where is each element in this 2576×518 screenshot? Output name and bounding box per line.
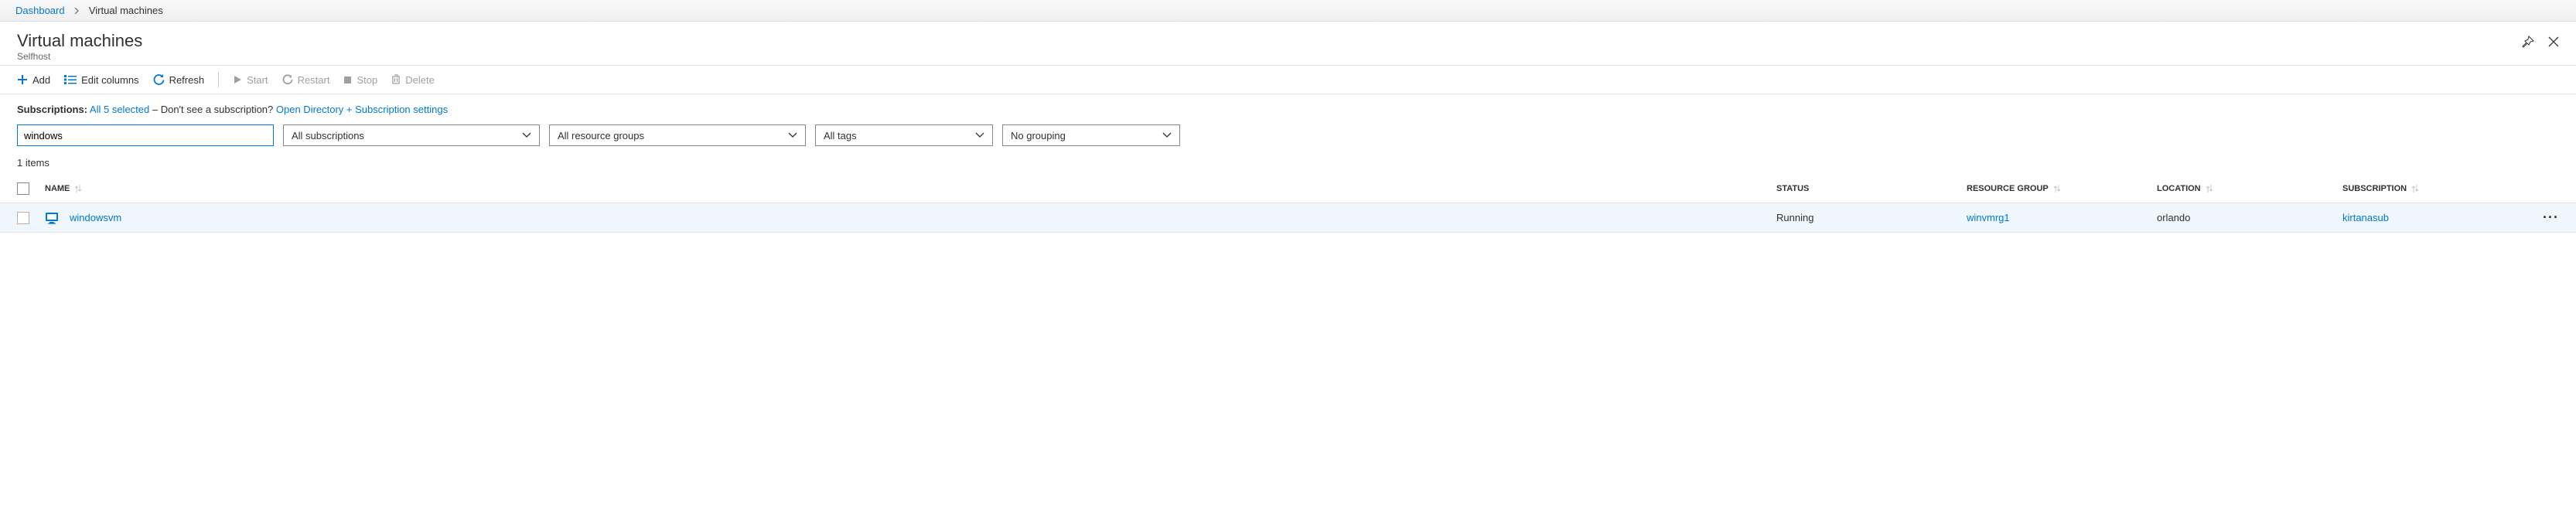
row-checkbox[interactable] [17, 212, 29, 224]
restart-button[interactable]: Restart [282, 74, 330, 86]
restart-icon [282, 74, 293, 85]
filter-tags-select[interactable]: All tags [815, 124, 993, 146]
breadcrumb-separator [73, 5, 83, 16]
close-icon[interactable] [2548, 36, 2559, 47]
item-count: 1 items [17, 157, 2559, 169]
column-name-label: Name [45, 184, 70, 193]
table-header: Name Status Resource group Location Subs… [0, 175, 2576, 203]
subscription-settings-link[interactable]: Open Directory + Subscription settings [276, 104, 448, 115]
vm-table: Name Status Resource group Location Subs… [0, 175, 2576, 233]
start-button[interactable]: Start [233, 74, 268, 86]
vm-resource-group-link[interactable]: winvmrg1 [1967, 212, 2010, 223]
edit-columns-label: Edit columns [81, 74, 138, 86]
page-subtitle: Selfhost [17, 51, 142, 62]
column-header-resource-group[interactable]: Resource group [1967, 184, 2157, 193]
refresh-button[interactable]: Refresh [153, 74, 205, 86]
filter-subscription-select[interactable]: All subscriptions [283, 124, 540, 146]
vm-status: Running [1776, 212, 1967, 223]
column-header-subscription[interactable]: Subscription [2342, 184, 2528, 193]
subscription-info: Subscriptions: All 5 selected – Don't se… [17, 104, 2559, 115]
sort-icon [2053, 184, 2061, 193]
subscription-selected-link[interactable]: All 5 selected [90, 104, 149, 115]
filter-resource-group-value: All resource groups [558, 130, 644, 141]
filter-grouping-select[interactable]: No grouping [1002, 124, 1180, 146]
stop-icon [343, 76, 352, 84]
more-actions-icon[interactable]: ··· [2543, 210, 2559, 225]
edit-columns-button[interactable]: Edit columns [64, 74, 138, 86]
chevron-down-icon [788, 132, 797, 138]
breadcrumb-current: Virtual machines [89, 5, 163, 16]
column-rg-label: Resource group [1967, 184, 2049, 193]
column-header-name[interactable]: Name [45, 184, 1776, 193]
add-button[interactable]: Add [17, 74, 50, 86]
delete-label: Delete [405, 74, 435, 86]
refresh-label: Refresh [169, 74, 205, 86]
columns-icon [64, 75, 77, 84]
column-location-label: Location [2157, 184, 2201, 193]
sort-icon [2206, 184, 2213, 193]
toolbar-divider [218, 72, 219, 87]
add-label: Add [32, 74, 50, 86]
breadcrumb: Dashboard Virtual machines [0, 0, 2576, 22]
plus-icon [17, 74, 28, 85]
filter-section: Subscriptions: All 5 selected – Don't se… [0, 94, 2576, 175]
vm-subscription-link[interactable]: kirtanasub [2342, 212, 2389, 223]
vm-name-link[interactable]: windowsvm [70, 212, 121, 223]
filter-grouping-value: No grouping [1011, 130, 1066, 141]
filter-subscription-value: All subscriptions [292, 130, 364, 141]
sort-icon [2411, 184, 2419, 193]
subscription-label: Subscriptions: [17, 104, 87, 115]
pin-icon[interactable] [2522, 36, 2534, 48]
delete-button[interactable]: Delete [391, 74, 435, 86]
toolbar: Add Edit columns Refresh Start Restart S… [0, 66, 2576, 94]
play-icon [233, 75, 242, 84]
table-row[interactable]: windowsvm Running winvmrg1 orlando kirta… [0, 203, 2576, 233]
filter-tags-value: All tags [824, 130, 857, 141]
select-all-checkbox[interactable] [17, 182, 29, 195]
column-status-label: Status [1776, 184, 1809, 193]
chevron-down-icon [522, 132, 531, 138]
refresh-icon [153, 74, 165, 86]
stop-button[interactable]: Stop [343, 74, 377, 86]
filter-resource-group-select[interactable]: All resource groups [549, 124, 806, 146]
filter-name-input[interactable] [17, 124, 274, 146]
filters-row: All subscriptions All resource groups Al… [17, 124, 2559, 146]
column-subscription-label: Subscription [2342, 184, 2407, 193]
vm-icon [45, 211, 59, 225]
column-header-status[interactable]: Status [1776, 184, 1967, 193]
subscription-help-prefix: – Don't see a subscription? [149, 104, 276, 115]
column-header-location[interactable]: Location [2157, 184, 2342, 193]
stop-label: Stop [357, 74, 377, 86]
restart-label: Restart [298, 74, 330, 86]
sort-icon [74, 184, 82, 193]
page-header: Virtual machines Selfhost [0, 22, 2576, 66]
trash-icon [391, 74, 401, 85]
start-label: Start [247, 74, 268, 86]
vm-location: orlando [2157, 212, 2342, 223]
chevron-down-icon [1162, 132, 1172, 138]
page-title: Virtual machines [17, 31, 142, 51]
breadcrumb-dashboard-link[interactable]: Dashboard [15, 5, 65, 16]
chevron-down-icon [975, 132, 984, 138]
